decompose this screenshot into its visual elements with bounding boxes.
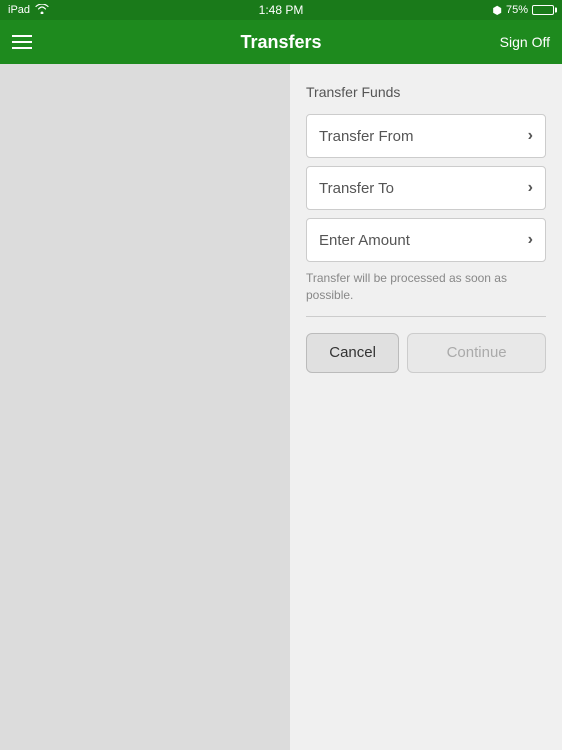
transfer-to-label: Transfer To (319, 180, 394, 197)
buttons-row: Cancel Continue (306, 333, 546, 373)
enter-amount-chevron: › (528, 231, 533, 249)
transfer-to-field[interactable]: Transfer To › (306, 166, 546, 210)
device-label: iPad (8, 4, 30, 16)
sign-off-button[interactable]: Sign Off (500, 34, 550, 50)
transfer-to-chevron: › (528, 179, 533, 197)
transfer-from-field[interactable]: Transfer From › (306, 114, 546, 158)
cancel-button[interactable]: Cancel (306, 333, 399, 373)
transfer-from-chevron: › (528, 127, 533, 145)
left-panel (0, 64, 290, 750)
enter-amount-label: Enter Amount (319, 232, 410, 249)
nav-bar: Transfers Sign Off (0, 20, 562, 64)
section-title: Transfer Funds (306, 84, 546, 100)
page-title: Transfers (240, 32, 321, 53)
status-left: iPad (8, 4, 49, 17)
info-text: Transfer will be processed as soon as po… (306, 270, 546, 304)
status-bar: iPad 1:48 PM ⬢ 75% (0, 0, 562, 20)
status-right: ⬢ 75% (492, 4, 554, 17)
transfer-from-label: Transfer From (319, 128, 413, 145)
right-panel: Transfer Funds Transfer From › Transfer … (290, 64, 562, 750)
battery-icon (532, 5, 554, 15)
main-layout: Transfer Funds Transfer From › Transfer … (0, 64, 562, 750)
status-time: 1:48 PM (259, 3, 304, 17)
enter-amount-field[interactable]: Enter Amount › (306, 218, 546, 262)
menu-button[interactable] (12, 35, 32, 49)
divider (306, 316, 546, 317)
wifi-icon (35, 4, 49, 17)
bluetooth-icon: ⬢ (492, 4, 502, 17)
continue-button[interactable]: Continue (407, 333, 546, 373)
battery-percent: 75% (506, 4, 528, 16)
